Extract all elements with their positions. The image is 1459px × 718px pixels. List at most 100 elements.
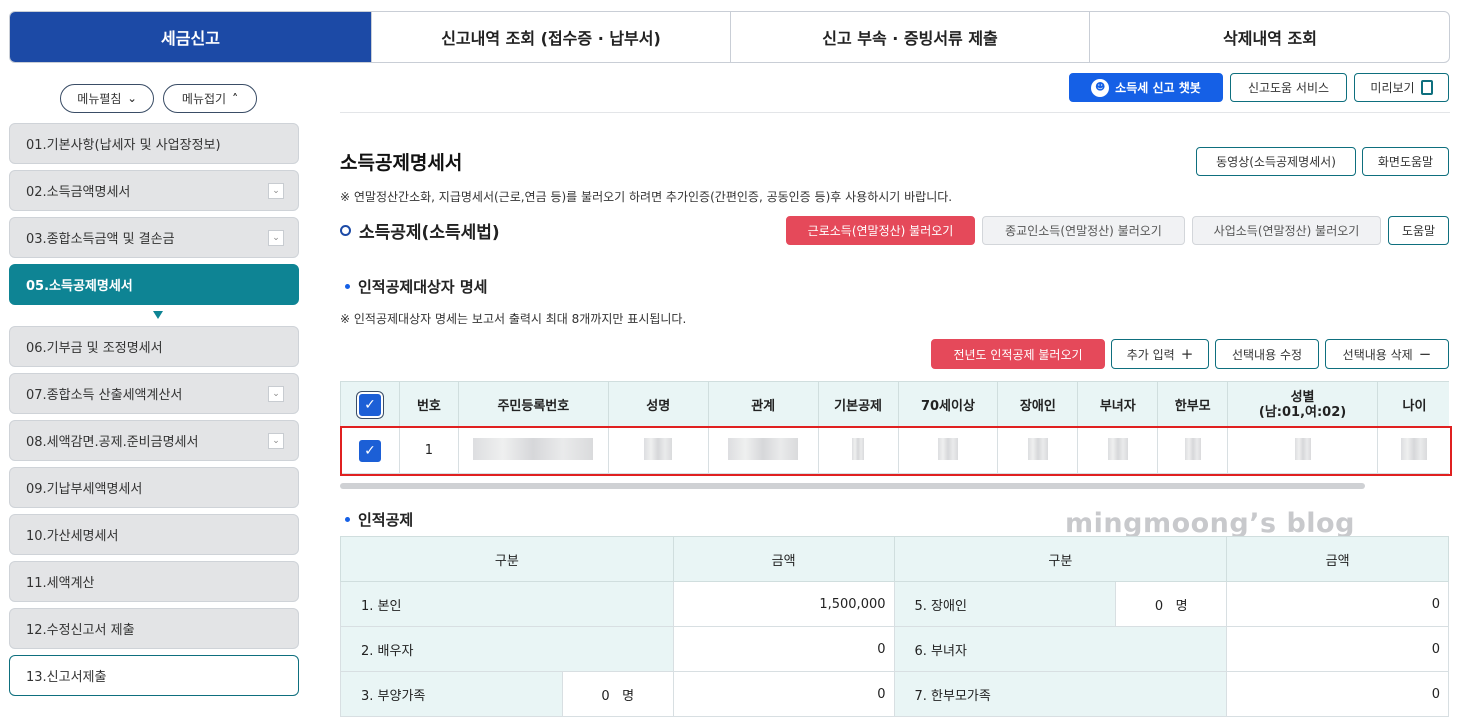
edit-selected-button[interactable]: 선택내용 수정 bbox=[1215, 339, 1319, 369]
count-value: 0 bbox=[1154, 598, 1164, 614]
table-header-row: ✓ 번호 주민등록번호 성명 관계 기본공제 70세이상 장애인 부녀자 한부모… bbox=[340, 381, 1449, 428]
tab-deleted-history[interactable]: 삭제내역 조회 bbox=[1089, 12, 1449, 62]
row-label: 2. 배우자 bbox=[340, 626, 674, 672]
sidebar-item-13[interactable]: 13.신고서제출 bbox=[9, 655, 299, 696]
dependents-note: ※ 인적공제대상자 명세는 보고서 출력시 최대 8개까지만 표시됩니다. bbox=[340, 312, 687, 326]
delete-selected-button[interactable]: 선택내용 삭제 − bbox=[1325, 339, 1449, 369]
row-label: 6. 부녀자 bbox=[893, 626, 1228, 672]
tab-filing-history[interactable]: 신고내역 조회 (접수증 · 납부서) bbox=[371, 12, 730, 62]
column-header: 구분 bbox=[893, 536, 1228, 582]
column-header: 부녀자 bbox=[1077, 381, 1159, 428]
document-icon bbox=[1420, 80, 1433, 95]
sidebar-item-12[interactable]: 12.수정신고서 제출 bbox=[9, 608, 299, 649]
column-header: 성명 bbox=[607, 381, 709, 428]
sidebar-item-label: 01.기본사항(납세자 및 사업장정보) bbox=[26, 138, 221, 153]
load-earned-income-button[interactable]: 근로소득(연말정산) 불러오기 bbox=[786, 216, 975, 245]
column-header: 주민등록번호 bbox=[457, 381, 609, 428]
section-title-text: 소득공제(소득세법) bbox=[359, 223, 500, 243]
sidebar-item-06[interactable]: 06.기부금 및 조정명세서 bbox=[9, 326, 299, 367]
column-header: 구분 bbox=[340, 536, 674, 582]
help-service-button[interactable]: 신고도움 서비스 bbox=[1230, 73, 1347, 102]
add-entry-label: 추가 입력 bbox=[1126, 347, 1175, 362]
deduction-table: 구분 금액 구분 금액 1. 본인 1,500,000 5. 장애인 0 명 0… bbox=[340, 536, 1449, 717]
chatbot-icon: ☻ bbox=[1091, 78, 1110, 97]
sidebar-item-label: 13.신고서제출 bbox=[26, 670, 107, 685]
preview-label: 미리보기 bbox=[1370, 81, 1415, 95]
tab-attachments[interactable]: 신고 부속 · 증빙서류 제출 bbox=[730, 12, 1089, 62]
menu-expand-button[interactable]: 메뉴펼침 ⌄ bbox=[60, 84, 154, 113]
amount-cell: 0 bbox=[1226, 581, 1449, 627]
tab-tax-filing[interactable]: 세금신고 bbox=[10, 12, 371, 62]
load-prev-year-button[interactable]: 전년도 인적공제 불러오기 bbox=[931, 339, 1105, 369]
menu-collapse-button[interactable]: 메뉴접기 ˄ bbox=[163, 84, 257, 113]
deduction-title-text: 인적공제 bbox=[358, 511, 414, 529]
preview-button[interactable]: 미리보기 bbox=[1354, 73, 1449, 102]
column-header: 나이 bbox=[1376, 381, 1449, 428]
add-entry-button[interactable]: 추가 입력 + bbox=[1111, 339, 1209, 369]
top-tab-bar: 세금신고 신고내역 조회 (접수증 · 납부서) 신고 부속 · 증빙서류 제출… bbox=[9, 11, 1450, 63]
amount-cell: 0 bbox=[1226, 626, 1449, 672]
bullet-icon bbox=[345, 284, 350, 289]
menu-collapse-label: 메뉴접기 bbox=[181, 92, 227, 106]
sidebar-item-label: 09.기납부세액명세서 bbox=[26, 482, 143, 497]
column-header: 금액 bbox=[672, 536, 895, 582]
notice-text: ※ 연말정산간소화, 지급명세서(근로,연금 등)를 불러오기 하려면 추가인증… bbox=[340, 190, 953, 204]
select-all-checkbox[interactable]: ✓ bbox=[358, 393, 381, 416]
circle-bullet-icon bbox=[340, 225, 351, 236]
chevron-down-icon[interactable]: ⌄ bbox=[268, 183, 284, 199]
help-button[interactable]: 도움말 bbox=[1388, 216, 1449, 245]
column-header: 금액 bbox=[1226, 536, 1449, 582]
sidebar-item-label: 12.수정신고서 제출 bbox=[26, 623, 135, 638]
chevron-down-icon[interactable]: ⌄ bbox=[268, 386, 284, 402]
chatbot-button[interactable]: ☻ 소득세 신고 챗봇 bbox=[1069, 73, 1223, 102]
video-help-label: 동영상(소득공제명세서) bbox=[1216, 155, 1336, 169]
count-unit: 명 bbox=[1175, 598, 1188, 614]
help-service-label: 신고도움 서비스 bbox=[1247, 81, 1330, 95]
sidebar-item-08[interactable]: 08.세액감면.공제.준비금명세서 ⌄ bbox=[9, 420, 299, 461]
sidebar-item-07[interactable]: 07.종합소득 산출세액계산서 ⌄ bbox=[9, 373, 299, 414]
table-row: 2. 배우자 0 6. 부녀자 0 bbox=[340, 626, 1449, 672]
count-value: 0 bbox=[601, 688, 610, 704]
sidebar-item-label: 05.소득공제명세서 bbox=[26, 279, 133, 294]
amount-cell: 0 bbox=[672, 671, 895, 717]
chevron-up-icon: ˄ bbox=[232, 91, 239, 106]
load-religious-income-button[interactable]: 종교인소득(연말정산) 불러오기 bbox=[982, 216, 1185, 245]
chevron-down-icon[interactable]: ⌄ bbox=[268, 433, 284, 449]
sidebar-item-11[interactable]: 11.세액계산 bbox=[9, 561, 299, 602]
sidebar-item-label: 03.종합소득금액 및 결손금 bbox=[26, 232, 175, 247]
screen-help-label: 화면도움말 bbox=[1377, 155, 1434, 169]
sidebar-item-09[interactable]: 09.기납부세액명세서 bbox=[9, 467, 299, 508]
load-prev-year-label: 전년도 인적공제 불러오기 bbox=[953, 347, 1083, 362]
column-header: 기본공제 bbox=[817, 381, 899, 428]
count-cell: 0 명 bbox=[561, 671, 674, 717]
row-label: 3. 부양가족 bbox=[340, 671, 563, 717]
column-header: 성별 (남:01,여:02) bbox=[1227, 381, 1378, 428]
load-earned-income-label: 근로소득(연말정산) 불러오기 bbox=[807, 224, 954, 238]
page-title: 소득공제명세서 bbox=[340, 152, 463, 174]
minus-icon: − bbox=[1418, 345, 1432, 363]
screen-help-button[interactable]: 화면도움말 bbox=[1362, 147, 1449, 176]
column-header: 번호 bbox=[398, 381, 459, 428]
table-header-row: 구분 금액 구분 금액 bbox=[340, 536, 1449, 582]
watermark: mingmoong’s blog bbox=[1065, 508, 1355, 539]
deduction-title: 인적공제 bbox=[345, 509, 413, 530]
section-title: 소득공제(소득세법) bbox=[340, 218, 500, 243]
load-business-income-button[interactable]: 사업소득(연말정산) 불러오기 bbox=[1192, 216, 1381, 245]
row-label: 1. 본인 bbox=[340, 581, 674, 627]
sidebar-item-02[interactable]: 02.소득금액명세서 ⌄ bbox=[9, 170, 299, 211]
sidebar-item-01[interactable]: 01.기본사항(납세자 및 사업장정보) bbox=[9, 123, 299, 164]
sidebar-item-10[interactable]: 10.가산세명세서 bbox=[9, 514, 299, 555]
table-row: 3. 부양가족 0 명 0 7. 한부모가족 0 bbox=[340, 671, 1449, 717]
sidebar-item-03[interactable]: 03.종합소득금액 및 결손금 ⌄ bbox=[9, 217, 299, 258]
count-unit: 명 bbox=[622, 688, 635, 704]
horizontal-scrollbar[interactable] bbox=[340, 483, 1365, 489]
sidebar-item-05[interactable]: 05.소득공제명세서 bbox=[9, 264, 299, 305]
menu-expand-label: 메뉴펼침 bbox=[77, 92, 122, 106]
dependents-title-text: 인적공제대상자 명세 bbox=[358, 278, 488, 296]
video-help-button[interactable]: 동영상(소득공제명세서) bbox=[1196, 147, 1356, 176]
delete-selected-label: 선택내용 삭제 bbox=[1342, 347, 1413, 362]
row-label: 7. 한부모가족 bbox=[893, 671, 1228, 717]
chevron-down-icon[interactable]: ⌄ bbox=[268, 230, 284, 246]
sidebar-item-label: 08.세액감면.공제.준비금명세서 bbox=[26, 435, 199, 450]
help-label: 도움말 bbox=[1401, 224, 1436, 238]
